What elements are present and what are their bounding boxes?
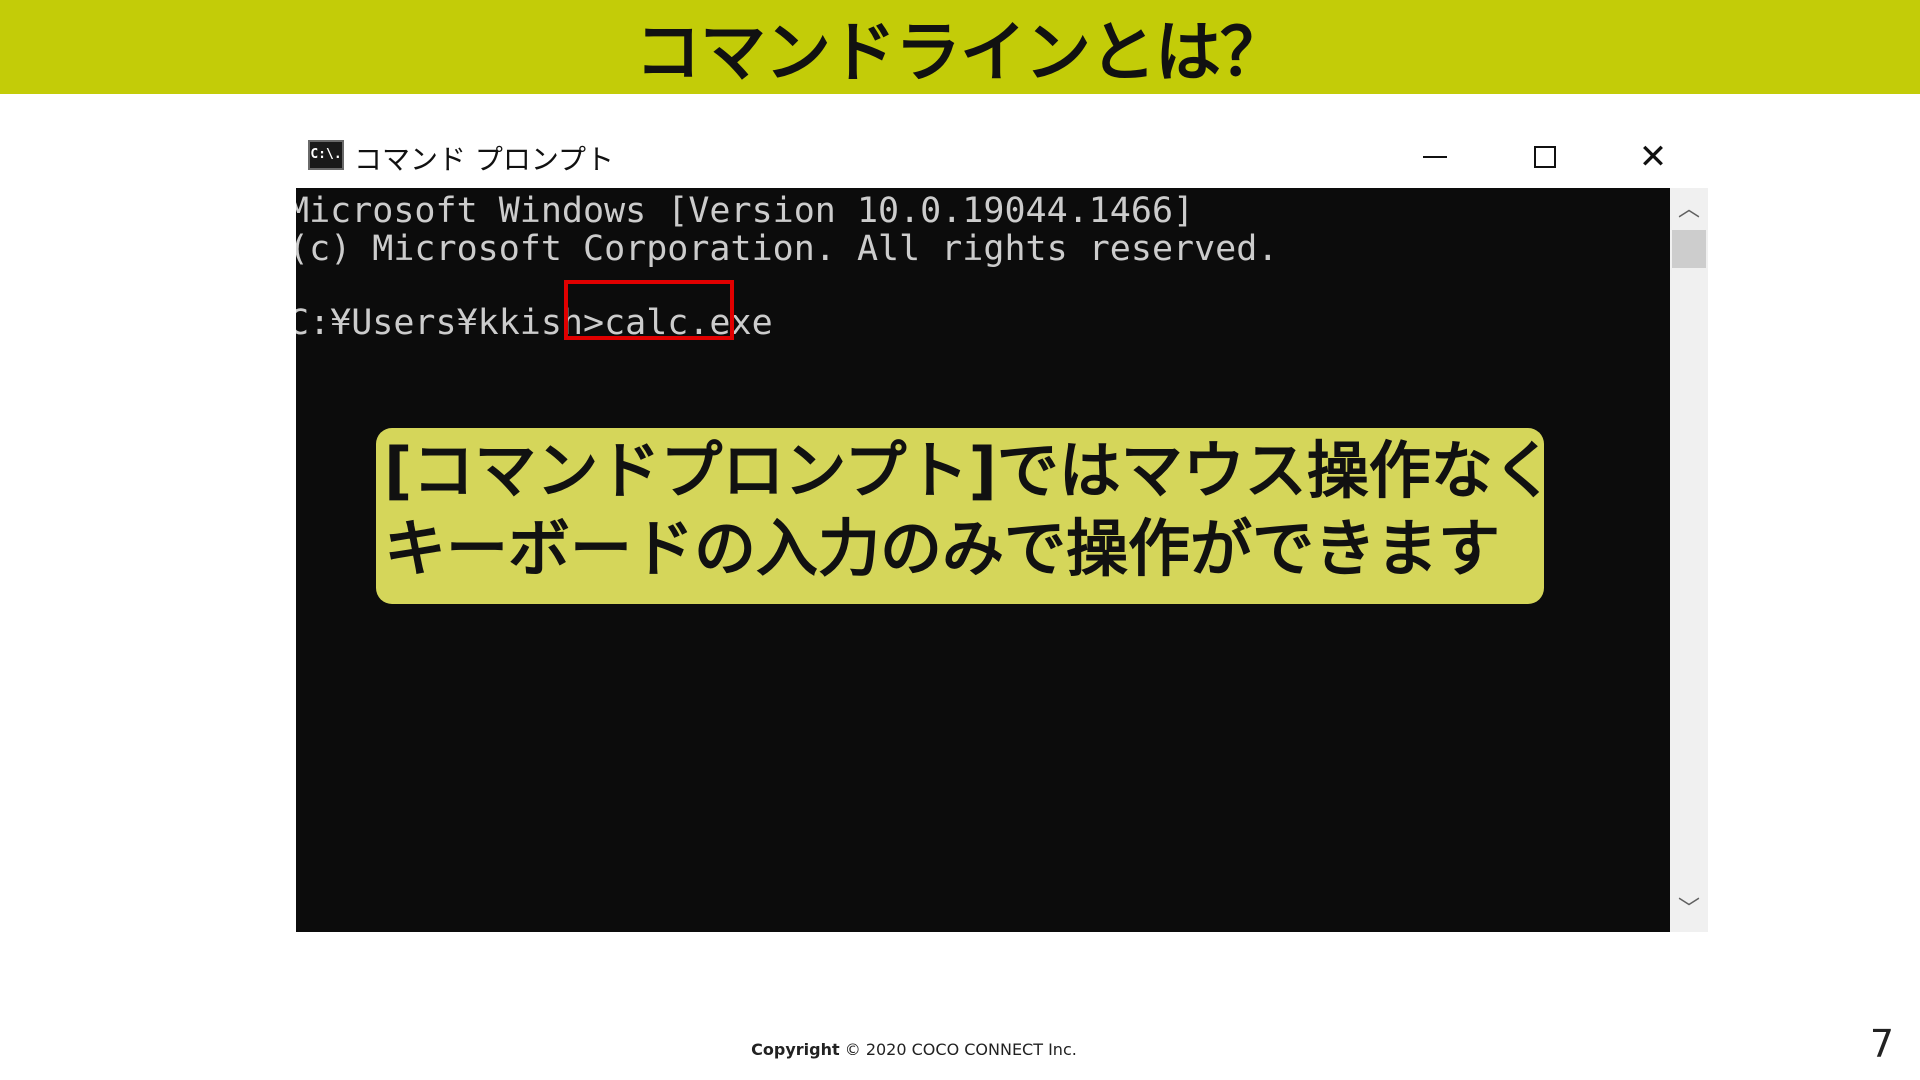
page-number: 7 bbox=[1869, 1022, 1894, 1066]
maximize-icon bbox=[1534, 146, 1556, 168]
title-band: コマンドラインとは？ bbox=[0, 0, 1920, 94]
window-titlebar[interactable]: C:\. コマンド プロンプト ✕ bbox=[296, 126, 1708, 188]
window-title: コマンド プロンプト bbox=[354, 143, 615, 176]
slide-title: コマンドラインとは？ bbox=[635, 14, 1286, 91]
scroll-thumb[interactable] bbox=[1672, 230, 1706, 268]
minimize-icon bbox=[1423, 156, 1447, 158]
close-icon: ✕ bbox=[1638, 137, 1668, 177]
command-highlight-box bbox=[564, 280, 734, 340]
copyright-text: © 2020 COCO CONNECT Inc. bbox=[844, 1040, 1077, 1059]
chevron-up-icon: ︿ bbox=[1677, 197, 1700, 222]
scroll-up-button[interactable]: ︿ bbox=[1670, 192, 1708, 228]
scroll-down-button[interactable]: ﹀ bbox=[1670, 892, 1708, 928]
console-line-version: Microsoft Windows [Version 10.0.19044.14… bbox=[296, 191, 1195, 231]
footer-copyright: Copyright © 2020 COCO CONNECT Inc. bbox=[0, 1040, 1828, 1059]
callout-line-1: [コマンドプロンプト]ではマウス操作なく bbox=[384, 434, 1555, 507]
explanation-callout: [コマンドプロンプト]ではマウス操作なく キーボードの入力のみで操作ができます bbox=[376, 428, 1555, 604]
close-button[interactable]: ✕ bbox=[1598, 126, 1708, 188]
copyright-label: Copyright bbox=[751, 1040, 840, 1059]
callout-line-2: キーボードの入力のみで操作ができます bbox=[384, 512, 1501, 585]
cmd-app-icon: C:\. bbox=[308, 140, 344, 170]
minimize-button[interactable] bbox=[1380, 126, 1490, 188]
vertical-scrollbar[interactable]: ︿ ﹀ bbox=[1670, 188, 1708, 932]
maximize-button[interactable] bbox=[1490, 126, 1600, 188]
console-line-copyright: (c) Microsoft Corporation. All rights re… bbox=[296, 229, 1279, 269]
chevron-down-icon: ﹀ bbox=[1677, 897, 1700, 922]
